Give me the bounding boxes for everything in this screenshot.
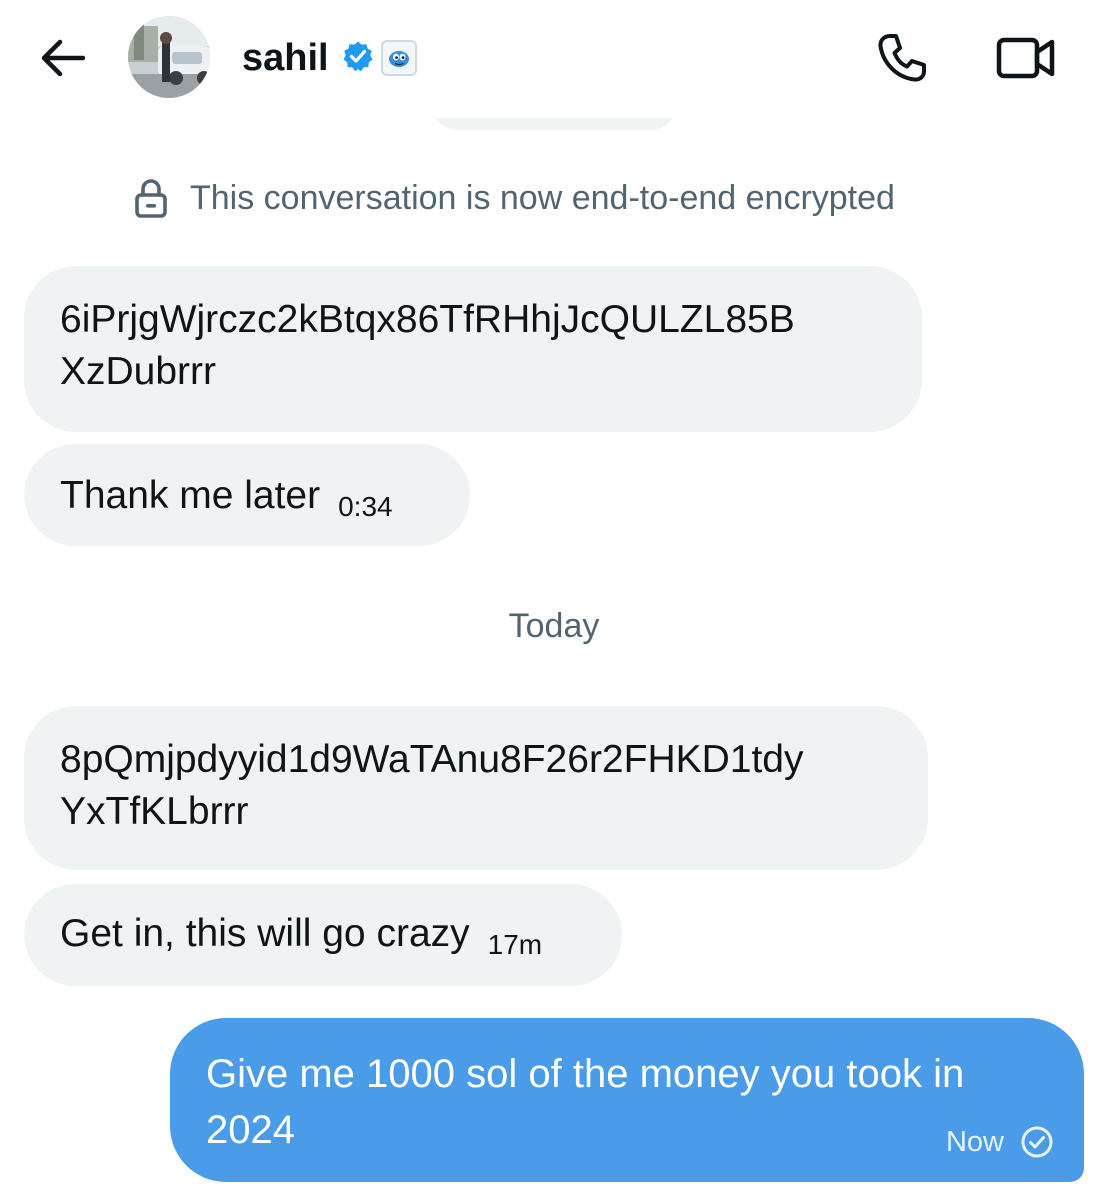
message-bubble-incoming[interactable]: 8pQmjpdyyid1d9WaTAnu8F26r2FHKD1tdy YxTfK…: [24, 706, 928, 870]
message-bubble-incoming[interactable]: Thank me later 0:34: [24, 444, 470, 546]
message-bubble-incoming[interactable]: 6iPrjgWjrczc2kBtqx86TfRHhjJcQULZL85B XzD…: [24, 266, 922, 432]
message-text-line: 8pQmjpdyyid1d9WaTAnu8F26r2FHKD1tdy: [60, 738, 804, 781]
message-text: Get in, this will go crazy: [60, 912, 470, 955]
message-bubble-outgoing[interactable]: Give me 1000 sol of the money you took i…: [170, 1018, 1084, 1182]
message-text-line: 6iPrjgWjrczc2kBtqx86TfRHhjJcQULZL85B: [60, 298, 795, 341]
voice-call-button[interactable]: [872, 30, 932, 86]
message-text-line: Give me 1000 sol of the money you took i…: [206, 1052, 965, 1096]
message-text-line: 2024: [206, 1108, 295, 1152]
message-bubble-incoming[interactable]: Get in, this will go crazy 17m: [24, 884, 622, 986]
message-status: Now: [946, 1124, 1054, 1160]
lock-icon: [134, 178, 168, 218]
message-timestamp: 0:34: [338, 491, 393, 522]
video-camera-icon: [996, 37, 1055, 79]
phone-icon: [878, 34, 926, 82]
message-text: Thank me later: [60, 474, 321, 517]
video-call-button[interactable]: [994, 32, 1058, 84]
back-arrow-icon: [41, 39, 85, 77]
date-divider: Today: [508, 607, 600, 645]
encryption-notice: This conversation is now end-to-end encr…: [134, 176, 895, 220]
conversation-header: sahil: [0, 0, 1108, 118]
verified-badge-icon: [343, 41, 373, 72]
message-timestamp: 17m: [487, 929, 543, 960]
message-text-line: XzDubrrr: [60, 350, 217, 393]
affiliate-badge-icon: [381, 40, 417, 76]
message-text-line: YxTfKLbrrr: [60, 790, 249, 833]
message-timestamp: Now: [945, 1126, 1004, 1158]
avatar-photo: [128, 16, 210, 98]
contact-name[interactable]: sahil: [242, 34, 329, 82]
encryption-notice-text: This conversation is now end-to-end encr…: [190, 179, 895, 217]
sent-check-icon: [1020, 1125, 1054, 1159]
back-button[interactable]: [36, 32, 88, 84]
avatar[interactable]: [128, 16, 210, 98]
affiliate-logo-icon: [389, 51, 409, 67]
